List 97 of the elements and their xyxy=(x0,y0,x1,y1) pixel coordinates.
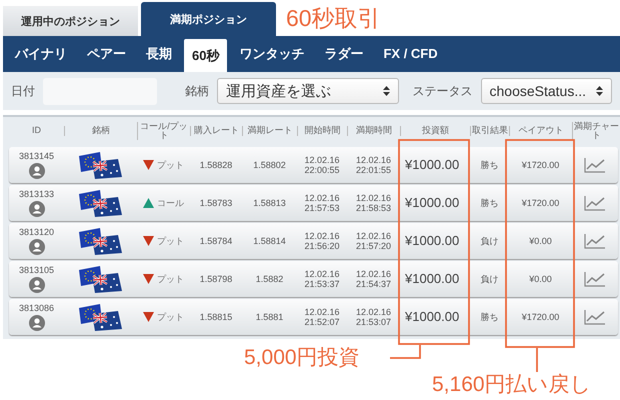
column-header: 銘柄 xyxy=(64,126,137,136)
status-dropdown[interactable]: chooseStatus... xyxy=(480,78,612,104)
table-cell-text: 12.02.16 21:53:37 xyxy=(303,268,341,290)
table-cell-text: 12.02.16 21:52:07 xyxy=(303,306,341,328)
caret-icon xyxy=(382,86,390,96)
table-cell-text: 1.58815 xyxy=(198,312,234,322)
direction-text: コール xyxy=(157,196,184,210)
table-cell-text: 1.5881 xyxy=(254,312,284,322)
line-chart-icon[interactable] xyxy=(584,195,606,211)
column-header: コール/プット xyxy=(137,122,190,140)
table-cell-text: ¥0.00 xyxy=(528,274,553,284)
table-cell-text: 12.02.16 21:57:20 xyxy=(354,230,392,252)
callout-text: 5,160円払い戻し xyxy=(432,374,592,395)
down-triangle-icon xyxy=(143,236,154,246)
table-cell-text: 12.02.16 21:57:53 xyxy=(303,192,341,214)
asset-dropdown[interactable]: 運用資産を選ぶ xyxy=(217,78,398,104)
avatar-icon xyxy=(28,276,44,293)
table-cell-text: 1.58814 xyxy=(252,236,287,246)
id-text: 3813133 xyxy=(18,189,54,200)
column-header: 投資額 xyxy=(400,126,470,136)
id-text: 3813105 xyxy=(18,265,54,276)
up-triangle-icon xyxy=(143,198,154,208)
table-cell-text: 負け xyxy=(480,236,500,246)
caret-icon xyxy=(596,86,603,96)
down-triangle-icon xyxy=(143,160,154,170)
tab[interactable]: 満期ポジション xyxy=(141,2,276,36)
table-cell-text: 12.02.16 21:56:20 xyxy=(303,230,341,252)
column-header: ID xyxy=(31,126,42,136)
avatar-icon xyxy=(28,238,44,255)
table-cell-text: 1.58802 xyxy=(252,160,287,170)
avatar-icon xyxy=(28,200,44,217)
nav-tab[interactable]: ワンタッチ xyxy=(231,38,312,69)
table-cell-text: 1.58783 xyxy=(198,198,234,208)
table-cell-text: ¥1000.00 xyxy=(404,310,460,324)
column-header: 満期レート xyxy=(242,126,297,136)
table-cell-text: ¥1000.00 xyxy=(404,158,460,172)
table-cell-text: 12.02.16 21:58:53 xyxy=(354,192,392,214)
direction-text: プット xyxy=(157,158,184,172)
table-cell-text: 12.02.16 22:01:55 xyxy=(354,154,392,176)
column-header: 満期チャート xyxy=(572,122,620,140)
table-cell-text: 12.02.16 21:53:07 xyxy=(354,306,392,328)
table-cell-text: ¥1000.00 xyxy=(404,272,460,286)
table-cell-text: ¥1000.00 xyxy=(404,196,460,210)
table-cell-text: 勝ち xyxy=(480,312,500,322)
line-chart-icon[interactable] xyxy=(584,309,606,325)
nav-tab[interactable]: ペアー xyxy=(79,38,134,69)
column-header: 購入レート xyxy=(190,126,242,136)
table-cell-text: 1.5882 xyxy=(254,274,284,284)
callout-text: 5,000円投資 xyxy=(244,347,360,368)
direction-text: プット xyxy=(157,234,184,248)
table-cell-text: ¥1720.00 xyxy=(520,160,560,170)
table-cell-text: ¥0.00 xyxy=(528,236,553,246)
table-cell-text: ¥1720.00 xyxy=(520,312,560,322)
avatar-icon xyxy=(28,314,44,331)
flag-drawing xyxy=(78,188,124,218)
flag-drawing xyxy=(78,150,124,180)
flag-drawing xyxy=(78,264,124,294)
date-label: 日付 xyxy=(11,82,35,100)
column-header: 満期時間 xyxy=(347,126,400,136)
nav-tab[interactable]: ラダー xyxy=(316,38,372,69)
table-cell-text: 勝ち xyxy=(480,198,500,208)
nav-tab[interactable]: バイナリ xyxy=(7,38,75,69)
id-text: 3813120 xyxy=(18,227,54,238)
avatar-icon xyxy=(28,162,44,179)
table-cell-text: 勝ち xyxy=(480,160,500,170)
flag-drawing xyxy=(78,302,124,332)
column-header: 取引結果 xyxy=(470,126,509,136)
leader-line xyxy=(536,348,538,372)
down-triangle-icon xyxy=(143,312,154,322)
direction-text: プット xyxy=(157,272,184,286)
line-chart-icon[interactable] xyxy=(584,271,606,287)
nav-tab[interactable]: FX / CFD xyxy=(375,38,446,69)
leader-line xyxy=(390,345,421,359)
line-chart-icon[interactable] xyxy=(584,233,606,249)
table-cell-text: 12.02.16 22:00:55 xyxy=(303,154,341,176)
table-cell-text: 負け xyxy=(480,274,500,284)
id-text: 3813145 xyxy=(18,151,54,162)
direction-text: プット xyxy=(157,310,184,324)
column-header: ペイアウト xyxy=(509,126,572,136)
table-cell-text: 1.58784 xyxy=(198,236,234,246)
asset-label: 銘柄 xyxy=(185,82,209,100)
table-cell-text: 12.02.16 21:54:37 xyxy=(354,268,392,290)
page-title: 60秒取引 xyxy=(286,4,381,32)
nav-tab[interactable]: 60秒 xyxy=(184,39,228,72)
table-cell-text: ¥1720.00 xyxy=(520,198,560,208)
status-label: ステータス xyxy=(412,82,472,100)
table-cell-text: 1.58813 xyxy=(252,198,287,208)
line-chart-icon[interactable] xyxy=(584,157,606,173)
down-triangle-icon xyxy=(143,274,154,284)
table-cell-text: 1.58828 xyxy=(198,160,234,170)
column-header: 開始時間 xyxy=(297,126,347,136)
nav-tab[interactable]: 長期 xyxy=(138,38,180,69)
id-text: 3813086 xyxy=(18,303,54,314)
table-cell-text: 1.58798 xyxy=(198,274,234,284)
flag-drawing xyxy=(78,226,124,256)
table-cell-text: ¥1000.00 xyxy=(404,234,460,248)
tab[interactable]: 運用中のポジション xyxy=(3,6,138,36)
